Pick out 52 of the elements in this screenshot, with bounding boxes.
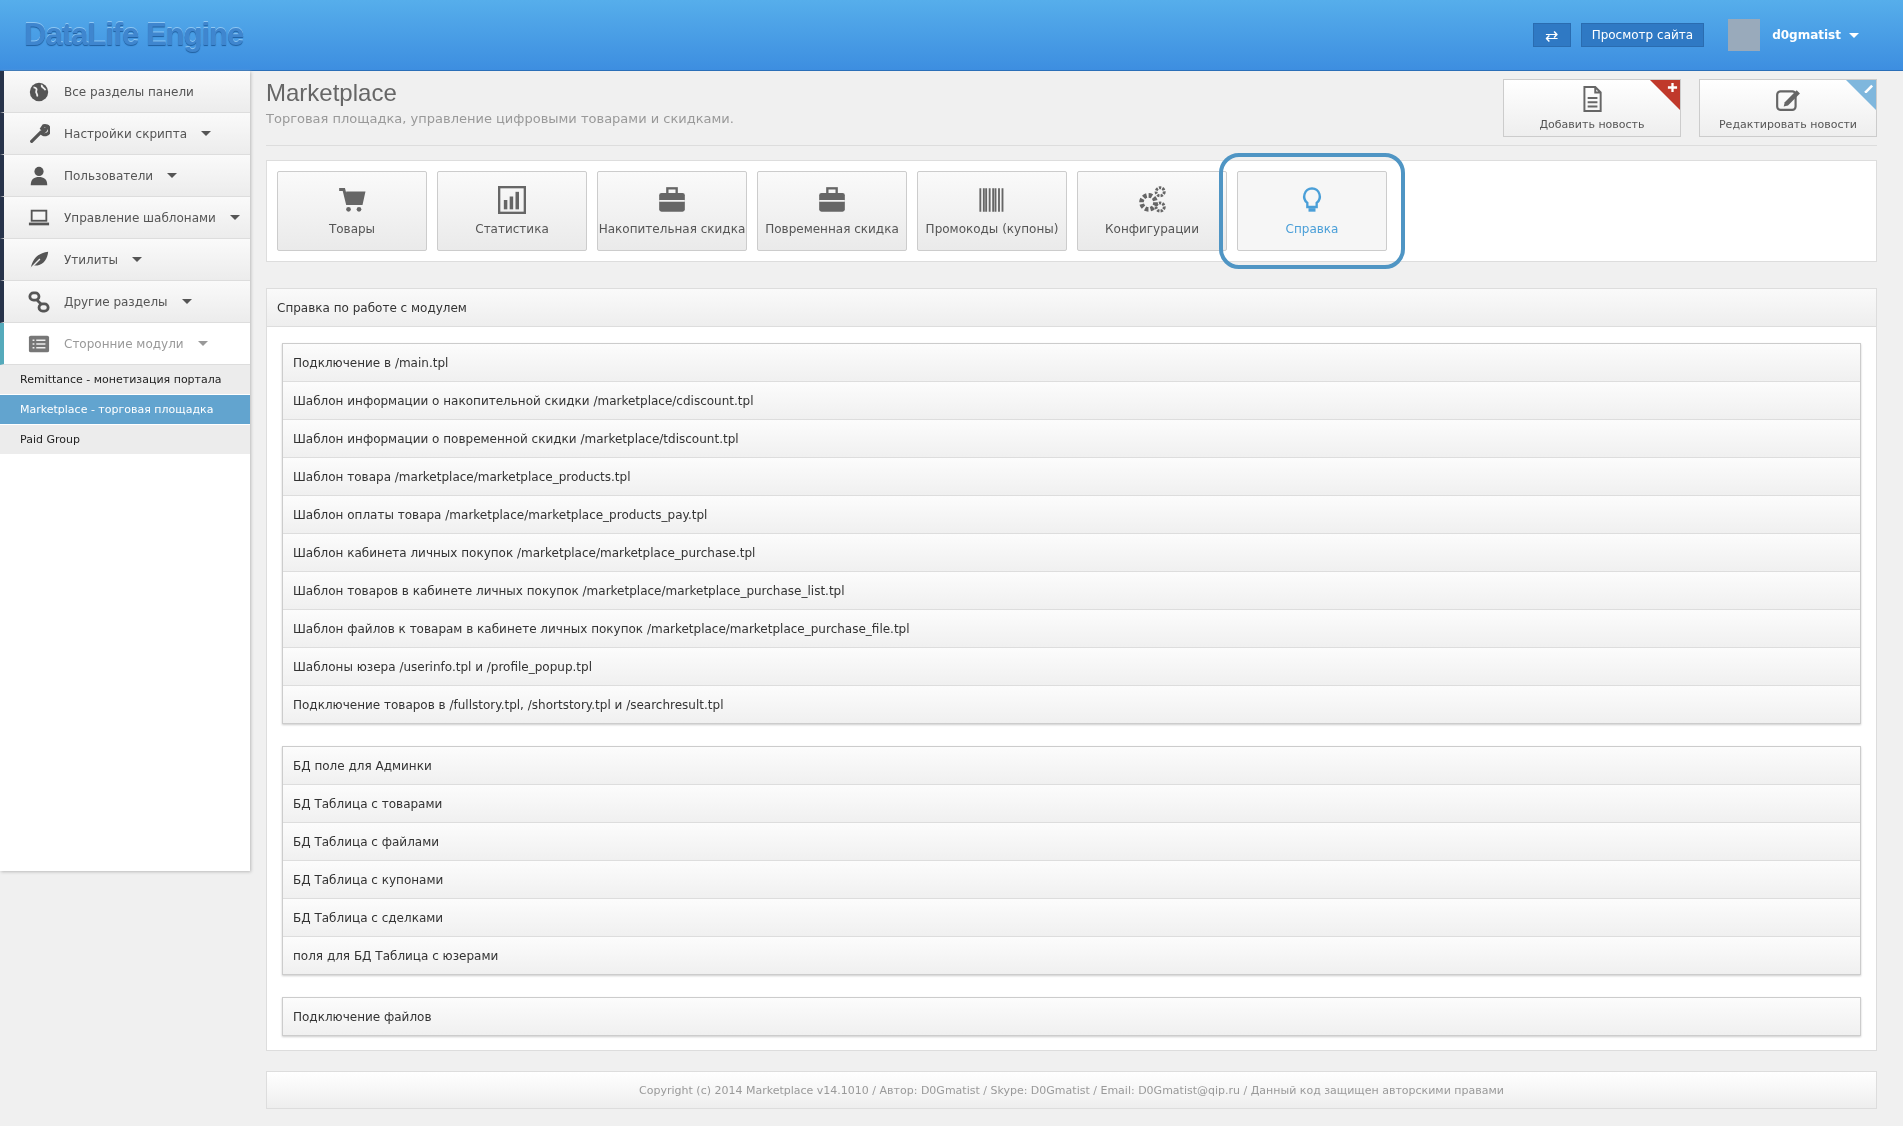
tab[interactable]: Статистика (437, 171, 587, 251)
help-link[interactable]: Шаблон оплаты товара /marketplace/marketplace_products_pay.tpl (283, 496, 1860, 534)
briefcase-icon (658, 186, 686, 214)
add-news-button[interactable]: Добавить новость (1503, 79, 1681, 137)
wrench-icon (28, 122, 50, 145)
pencil-icon (1863, 82, 1874, 93)
help-link[interactable]: поля для БД Таблица с юзерами (283, 937, 1860, 974)
briefcase-icon (818, 186, 846, 214)
sidebar-subitem[interactable]: Paid Group (0, 425, 250, 455)
chain-link-icon (28, 290, 50, 313)
view-site-button[interactable]: Просмотр сайта (1580, 23, 1705, 47)
plus-icon (1667, 82, 1678, 93)
sidebar-subitem[interactable]: Remittance - монетизация портала (0, 365, 250, 395)
user-icon (28, 164, 50, 187)
sidebar-item[interactable]: Управление шаблонами (0, 197, 250, 239)
page-title: Marketplace (266, 79, 398, 107)
help-link[interactable]: Шаблон кабинета личных покупок /marketplace/marketplace_purchase.tpl (283, 534, 1860, 572)
sidebar-item[interactable]: Все разделы панели (0, 71, 250, 113)
help-link[interactable]: Подключение в /main.tpl (283, 344, 1860, 382)
footer-copyright: Copyright (c) 2014 Marketplace v14.1010 / Автор: D0Gmatist / Skype: D0Gmatist / Email: D0Gmatist@qip.ru / Данный код защищен авторскими правами (266, 1071, 1877, 1109)
help-link[interactable]: Подключение файлов (283, 998, 1860, 1035)
help-link[interactable]: Шаблон товара /marketplace/marketplace_products.tpl (283, 458, 1860, 496)
sidebar-item[interactable]: Утилиты (0, 239, 250, 281)
help-link[interactable]: БД Таблица с файлами (283, 823, 1860, 861)
panel-title: Справка по работе с модулем (267, 289, 1876, 327)
globe-icon (28, 80, 50, 103)
help-link[interactable]: БД Таблица с купонами (283, 861, 1860, 899)
tab[interactable]: Промокоды (купоны) (917, 171, 1067, 251)
sidebar-item[interactable]: Настройки скрипта (0, 113, 250, 155)
help-link[interactable]: Шаблон товаров в кабинете личных покупок /marketplace/marketplace_purchase_list.tpl (283, 572, 1860, 610)
barcode-icon (978, 186, 1006, 214)
sidebar-item[interactable]: Другие разделы (0, 281, 250, 323)
tab[interactable]: Повременная скидка (757, 171, 907, 251)
edit-news-button[interactable]: Редактировать новости (1699, 79, 1877, 137)
help-link[interactable]: Шаблон файлов к товарам в кабинете личных покупок /marketplace/marketplace_purchase_file.tpl (283, 610, 1860, 648)
help-link[interactable]: Шаблон информации о накопительной скидки /marketplace/cdiscount.tpl (283, 382, 1860, 420)
cart-icon (338, 186, 366, 214)
help-link[interactable]: БД поле для Админки (283, 747, 1860, 785)
help-link[interactable]: Подключение товаров в /fullstory.tpl, /shortstory.tpl и /searchresult.tpl (283, 686, 1860, 723)
help-link[interactable]: Шаблон информации о повременной скидки /marketplace/tdiscount.tpl (283, 420, 1860, 458)
tab[interactable]: Конфигурации (1077, 171, 1227, 251)
tab[interactable]: Товары (277, 171, 427, 251)
page-subtitle: Торговая площадка, управление цифровыми товарами и скидками. (266, 111, 734, 126)
help-link[interactable]: БД Таблица с сделками (283, 899, 1860, 937)
bar-chart-icon (498, 186, 526, 214)
switch-button[interactable]: ⇄ (1532, 23, 1571, 47)
help-link[interactable]: Шаблоны юзера /userinfo.tpl и /profile_popup.tpl (283, 648, 1860, 686)
user-avatar[interactable] (1728, 19, 1761, 51)
help-link[interactable]: БД Таблица с товарами (283, 785, 1860, 823)
sidebar-item[interactable]: Пользователи (0, 155, 250, 197)
gears-icon (1138, 186, 1166, 214)
tab[interactable]: Накопительная скидка (597, 171, 747, 251)
